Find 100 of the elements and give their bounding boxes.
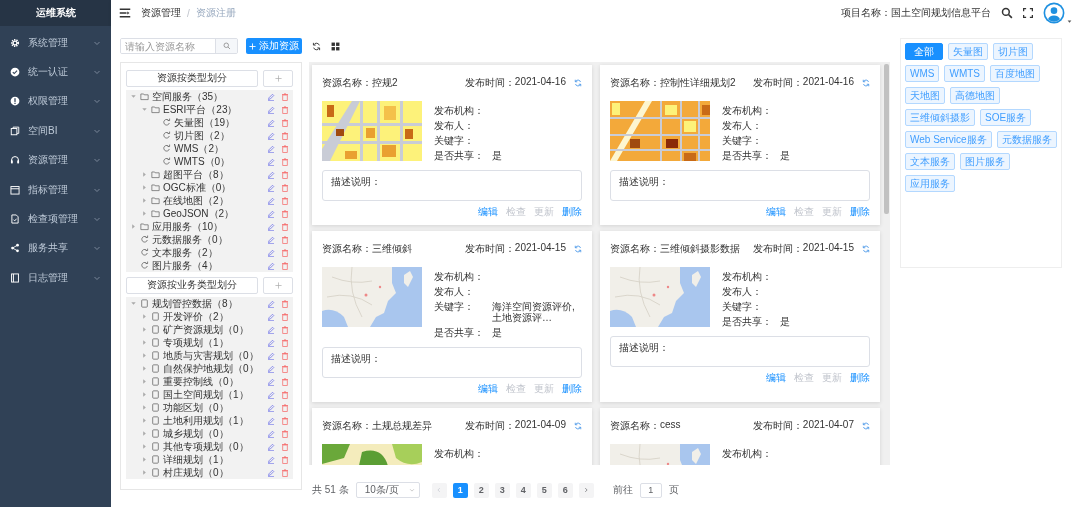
search-button[interactable] [215, 39, 237, 53]
caret-icon[interactable] [141, 417, 148, 424]
pencil-icon[interactable] [267, 429, 275, 438]
trash-icon[interactable] [281, 196, 289, 205]
tree-item[interactable]: 空间服务（35） [126, 90, 293, 103]
caret-icon[interactable] [141, 404, 148, 411]
tree-item[interactable]: 应用服务（10） [126, 220, 293, 233]
caret-icon[interactable] [141, 210, 148, 217]
menu-item[interactable]: 权限管理 [0, 86, 111, 117]
menu-item[interactable]: 服务共享 [0, 233, 111, 264]
action-link[interactable]: 编辑 [478, 205, 498, 219]
menu-item[interactable]: 空间BI [0, 116, 111, 146]
action-link[interactable]: 删除 [562, 205, 582, 219]
tree-item[interactable]: 土地利用规划（1） [126, 414, 293, 427]
description-box[interactable]: 描述说明： [322, 347, 582, 378]
trash-icon[interactable] [281, 299, 289, 308]
tree-item[interactable]: 专项规划（1） [126, 336, 293, 349]
pencil-icon[interactable] [267, 261, 275, 270]
caret-icon[interactable] [130, 93, 137, 100]
category-header-button[interactable]: 资源按类型划分 [126, 70, 258, 87]
pencil-icon[interactable] [267, 468, 275, 477]
trash-icon[interactable] [281, 261, 289, 270]
page-button[interactable]: 6 [557, 482, 573, 498]
pencil-icon[interactable] [267, 403, 275, 412]
pencil-icon[interactable] [267, 299, 275, 308]
page-button[interactable]: 3 [494, 482, 510, 498]
trash-icon[interactable] [281, 442, 289, 451]
description-box[interactable]: 描述说明： [610, 336, 870, 367]
pencil-icon[interactable] [267, 377, 275, 386]
caret-icon[interactable] [141, 365, 148, 372]
menu-item[interactable]: 检查项管理 [0, 204, 111, 234]
trash-icon[interactable] [281, 144, 289, 153]
trash-icon[interactable] [281, 105, 289, 114]
pencil-icon[interactable] [267, 222, 275, 231]
menu-item[interactable]: 资源管理 [0, 145, 111, 175]
tree-item[interactable]: 重要控制线（0） [126, 375, 293, 388]
pencil-icon[interactable] [267, 170, 275, 179]
add-category-button[interactable] [263, 277, 293, 294]
trash-icon[interactable] [281, 351, 289, 360]
trash-icon[interactable] [281, 312, 289, 321]
menu-item[interactable]: 统一认证 [0, 57, 111, 87]
trash-icon[interactable] [281, 416, 289, 425]
trash-icon[interactable] [281, 235, 289, 244]
tree-item[interactable]: 其他专项规划（0） [126, 440, 293, 453]
tree-item[interactable]: 城乡规划（0） [126, 427, 293, 440]
fullscreen-icon[interactable] [1023, 8, 1033, 18]
tree-item[interactable]: 村庄规划（0） [126, 466, 293, 479]
trash-icon[interactable] [281, 338, 289, 347]
action-link[interactable]: 编辑 [478, 382, 498, 396]
tree-item[interactable]: 矿产资源规划（0） [126, 323, 293, 336]
tree-item[interactable]: 超图平台（8） [126, 168, 293, 181]
pencil-icon[interactable] [267, 312, 275, 321]
menu-item[interactable]: 系统管理 [0, 28, 111, 58]
pencil-icon[interactable] [267, 235, 275, 244]
trash-icon[interactable] [281, 403, 289, 412]
caret-icon[interactable] [141, 106, 148, 113]
tree-item[interactable]: 开发评价（2） [126, 310, 293, 323]
caret-icon[interactable] [141, 197, 148, 204]
tree-item[interactable]: 地质与灾害规划（0） [126, 349, 293, 362]
action-link[interactable]: 编辑 [766, 205, 786, 219]
pencil-icon[interactable] [267, 196, 275, 205]
caret-icon[interactable] [141, 430, 148, 437]
pencil-icon[interactable] [267, 325, 275, 334]
page-button[interactable]: 5 [536, 482, 552, 498]
trash-icon[interactable] [281, 364, 289, 373]
tree-item[interactable]: 切片图（2） [126, 129, 293, 142]
caret-icon[interactable] [141, 352, 148, 359]
action-link[interactable]: 删除 [850, 371, 870, 385]
avatar-icon[interactable] [1043, 2, 1065, 24]
add-category-button[interactable] [263, 70, 293, 87]
tree-item[interactable]: ESRI平台（23） [126, 103, 293, 116]
caret-icon[interactable] [130, 300, 137, 307]
tree-item[interactable]: OGC标准（0） [126, 181, 293, 194]
tree-item[interactable]: WMTS（0） [126, 155, 293, 168]
refresh-icon[interactable] [312, 41, 321, 51]
pencil-icon[interactable] [267, 338, 275, 347]
caret-icon[interactable] [141, 171, 148, 178]
page-button[interactable]: 2 [473, 482, 489, 498]
breadcrumb-item[interactable]: 资源管理 [141, 6, 181, 20]
caret-icon[interactable] [141, 391, 148, 398]
menu-item[interactable]: 日志管理 [0, 263, 111, 293]
description-box[interactable]: 描述说明： [322, 170, 582, 201]
trash-icon[interactable] [281, 325, 289, 334]
caret-icon[interactable] [141, 456, 148, 463]
trash-icon[interactable] [281, 468, 289, 477]
trash-icon[interactable] [281, 222, 289, 231]
trash-icon[interactable] [281, 157, 289, 166]
previous-page-button[interactable] [431, 482, 447, 498]
trash-icon[interactable] [281, 170, 289, 179]
pencil-icon[interactable] [267, 105, 275, 114]
menu-item[interactable]: 指标管理 [0, 174, 111, 205]
pencil-icon[interactable] [267, 157, 275, 166]
tree-item[interactable]: WMS（2） [126, 142, 293, 155]
trash-icon[interactable] [281, 390, 289, 399]
trash-icon[interactable] [281, 131, 289, 140]
trash-icon[interactable] [281, 183, 289, 192]
grid-icon[interactable] [331, 41, 340, 51]
trash-icon[interactable] [281, 118, 289, 127]
description-box[interactable]: 描述说明： [610, 170, 870, 201]
scrollbar[interactable] [884, 64, 889, 214]
